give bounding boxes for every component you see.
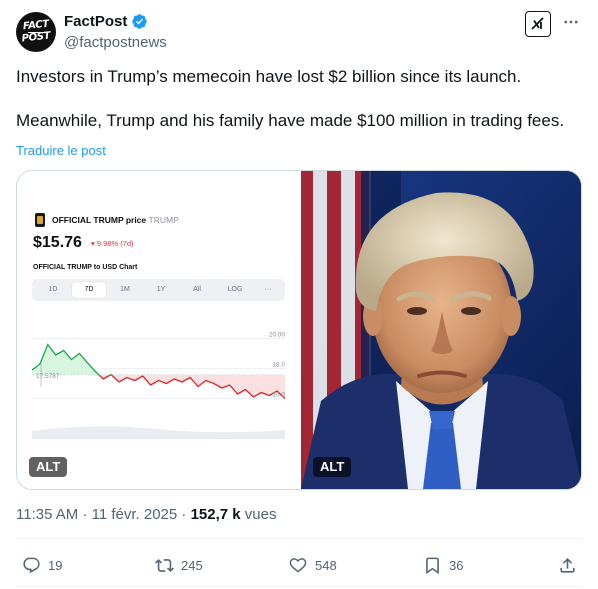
share-icon	[560, 557, 575, 573]
tab-7d: 7D	[72, 282, 106, 298]
coin-logo-icon	[35, 213, 45, 227]
bookmark-button[interactable]: 36	[423, 554, 463, 576]
timeframe-tabs: 1D 7D 1M 1Y All LOG ···	[32, 279, 285, 301]
tab-more: ···	[264, 286, 272, 293]
divider-top	[16, 538, 582, 539]
reference-label: 17.5787	[36, 373, 60, 380]
avatar-text-line2: POST	[21, 30, 51, 45]
bookmark-count: 36	[449, 557, 464, 573]
y-tick-label: 20.00	[269, 332, 286, 339]
like-icon	[289, 558, 307, 573]
tab-1m: 1M	[120, 286, 130, 293]
alt-badge-left[interactable]: ALT	[29, 457, 68, 477]
tab-all: All	[193, 286, 201, 293]
price-chart: 20.00 18.0 16.0 17.5787	[31, 332, 286, 439]
coin-change: ▾ 9.98% (7d)	[91, 239, 134, 248]
portrait-image[interactable]: ALT	[301, 171, 581, 489]
tweet-paragraph-1: Investors in Trump’s memecoin have lost …	[16, 67, 522, 86]
bookmark-icon	[426, 557, 439, 574]
reply-button[interactable]: 19	[22, 554, 62, 576]
coin-title: OFFICIAL TRUMP price TRUMP	[52, 215, 179, 225]
tweet-date[interactable]: 11 févr. 2025	[92, 506, 178, 523]
repost-button[interactable]: 245	[155, 554, 203, 576]
author-handle[interactable]: @factpostnews	[64, 34, 167, 51]
media-grid: OFFICIAL TRUMP price TRUMP $15.76 ▾ 9.98…	[16, 170, 582, 490]
meta-separator: ·	[82, 506, 88, 523]
divider-bottom	[16, 586, 582, 587]
like-button[interactable]: 548	[288, 554, 337, 576]
translate-link[interactable]: Traduire le post	[16, 143, 106, 158]
y-tick-label: 18.0	[272, 362, 285, 369]
share-button[interactable]	[558, 554, 584, 576]
views-count: 152,7 k	[190, 506, 241, 523]
tab-1d: 1D	[48, 286, 58, 293]
tweet-text: Investors in Trump’s memecoin have lost …	[16, 66, 586, 132]
reply-icon	[23, 557, 40, 573]
tweet-meta: 11:35 AM · 11 févr. 2025 · 152,7 k vues	[16, 506, 276, 523]
author-name[interactable]: FactPost	[64, 13, 127, 30]
coin-price: $15.76	[33, 234, 82, 251]
coin-ticker: TRUMP	[148, 215, 179, 225]
y-tick-label: 16.0	[272, 392, 285, 399]
volume-area	[32, 426, 285, 439]
repost-icon	[155, 558, 174, 572]
more-icon[interactable]	[562, 13, 580, 36]
price-chart-image[interactable]: OFFICIAL TRUMP price TRUMP $15.76 ▾ 9.98…	[17, 171, 300, 489]
alt-badge-right[interactable]: ALT	[313, 457, 352, 477]
meta-separator: ·	[181, 506, 187, 523]
tweet-time[interactable]: 11:35 AM	[16, 506, 78, 523]
reply-count: 19	[48, 557, 63, 573]
chart-label: OFFICIAL TRUMP to USD Chart	[33, 264, 138, 271]
portrait-illustration	[301, 171, 581, 489]
grok-icon[interactable]	[525, 11, 551, 37]
tab-log: LOG	[227, 286, 243, 293]
avatar[interactable]: FACT POST	[16, 12, 56, 52]
verified-badge-icon	[131, 13, 148, 35]
tab-1y: 1Y	[156, 286, 166, 293]
coin-name: OFFICIAL TRUMP price	[52, 215, 147, 225]
repost-count: 245	[181, 557, 203, 573]
like-count: 548	[315, 557, 337, 573]
views-label: vues	[244, 506, 277, 523]
tweet-paragraph-2: Meanwhile, Trump and his family have mad…	[16, 111, 565, 130]
